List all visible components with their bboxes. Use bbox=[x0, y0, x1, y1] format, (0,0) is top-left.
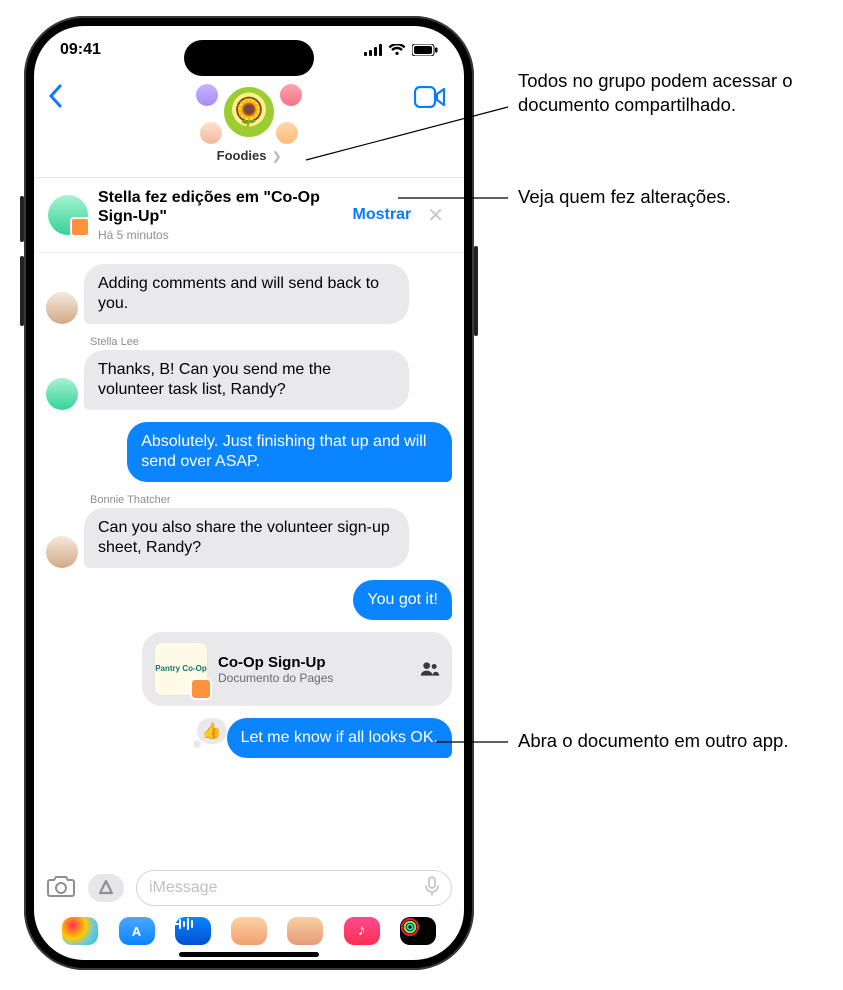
group-avatar-cluster[interactable]: 🌻 bbox=[194, 80, 304, 144]
callout-text: Todos no grupo podem acessar o documento… bbox=[518, 69, 818, 117]
status-indicators bbox=[364, 44, 438, 56]
participant-avatar bbox=[278, 82, 304, 108]
volume-button bbox=[20, 256, 24, 326]
group-name-text: Foodies bbox=[217, 148, 267, 163]
editor-avatar bbox=[48, 195, 88, 235]
stickers-app-icon[interactable] bbox=[287, 917, 323, 945]
dictation-button[interactable] bbox=[425, 876, 439, 901]
message-row: Bonnie Thatcher Can you also share the v… bbox=[46, 494, 452, 568]
iphone-frame: 09:41 🌻 bbox=[24, 16, 474, 970]
callout-text: Abra o documento em outro app. bbox=[518, 729, 818, 753]
collaboration-banner: Stella fez edições em "Co-Op Sign-Up" Há… bbox=[34, 178, 464, 253]
banner-subtitle: Há 5 minutos bbox=[98, 228, 343, 242]
appstore-app-icon[interactable]: A bbox=[119, 917, 155, 945]
sender-name: Stella Lee bbox=[90, 336, 409, 348]
camera-button[interactable] bbox=[46, 874, 76, 903]
screen: 09:41 🌻 bbox=[34, 26, 464, 960]
input-toolbar: iMessage bbox=[34, 862, 464, 912]
memoji-app-icon[interactable] bbox=[231, 917, 267, 945]
sender-name: Bonnie Thatcher bbox=[90, 494, 409, 506]
volume-button bbox=[20, 196, 24, 242]
callout-text: Veja quem fez alterações. bbox=[518, 185, 818, 209]
cellular-icon bbox=[364, 44, 382, 56]
tapback-thumbs-up[interactable]: 👍 bbox=[197, 718, 227, 744]
wifi-icon bbox=[388, 44, 406, 56]
sender-avatar bbox=[46, 378, 78, 410]
power-button bbox=[474, 246, 478, 336]
document-title: Co-Op Sign-Up bbox=[218, 654, 410, 671]
facetime-button[interactable] bbox=[414, 86, 446, 113]
chevron-right-icon: ❯ bbox=[272, 151, 281, 163]
message-row: Pantry Co-Op Co-Op Sign-Up Documento do … bbox=[46, 632, 452, 706]
document-thumbnail: Pantry Co-Op bbox=[154, 642, 208, 696]
message-row: Adding comments and will send back to yo… bbox=[46, 264, 452, 324]
message-bubble[interactable]: Can you also share the volunteer sign-up… bbox=[84, 508, 409, 568]
collaborators-icon[interactable] bbox=[420, 659, 440, 679]
show-button[interactable]: Mostrar bbox=[353, 206, 412, 224]
fitness-app-icon[interactable] bbox=[400, 917, 436, 945]
message-row: 👍 Let me know if all looks OK. bbox=[46, 718, 452, 758]
close-icon[interactable]: ✕ bbox=[421, 199, 450, 232]
message-bubble[interactable]: Let me know if all looks OK. bbox=[227, 718, 452, 758]
message-bubble[interactable]: You got it! bbox=[353, 580, 452, 620]
group-name-button[interactable]: Foodies ❯ bbox=[34, 148, 464, 163]
app-drawer-button[interactable] bbox=[88, 874, 124, 902]
sender-avatar bbox=[46, 536, 78, 568]
message-bubble[interactable]: Absolutely. Just finishing that up and w… bbox=[127, 422, 452, 482]
imessage-app-strip: A ♪ bbox=[34, 912, 464, 950]
messages-header: 🌻 Foodies ❯ bbox=[34, 74, 464, 178]
photos-app-icon[interactable] bbox=[62, 917, 98, 945]
battery-icon bbox=[412, 44, 438, 56]
message-bubble[interactable]: Thanks, B! Can you send me the volunteer… bbox=[84, 350, 409, 410]
audio-app-icon[interactable] bbox=[175, 917, 211, 945]
message-list[interactable]: Adding comments and will send back to yo… bbox=[34, 258, 464, 840]
home-indicator bbox=[179, 952, 319, 957]
participant-avatar bbox=[194, 82, 220, 108]
banner-title: Stella fez edições em "Co-Op Sign-Up" bbox=[98, 188, 343, 226]
document-subtitle: Documento do Pages bbox=[218, 671, 410, 685]
document-attachment[interactable]: Pantry Co-Op Co-Op Sign-Up Documento do … bbox=[142, 632, 452, 706]
message-row: You got it! bbox=[46, 580, 452, 620]
status-time: 09:41 bbox=[60, 41, 101, 59]
sender-avatar bbox=[46, 292, 78, 324]
input-placeholder: iMessage bbox=[149, 879, 217, 897]
music-app-icon[interactable]: ♪ bbox=[344, 917, 380, 945]
message-bubble[interactable]: Adding comments and will send back to yo… bbox=[84, 264, 409, 324]
participant-avatar bbox=[198, 120, 224, 146]
participant-avatar bbox=[274, 120, 300, 146]
back-button[interactable] bbox=[48, 84, 64, 113]
message-row: Absolutely. Just finishing that up and w… bbox=[46, 422, 452, 482]
app-store-icon bbox=[97, 879, 115, 897]
message-input[interactable]: iMessage bbox=[136, 870, 452, 906]
group-primary-avatar: 🌻 bbox=[221, 84, 277, 140]
message-row: Stella Lee Thanks, B! Can you send me th… bbox=[46, 336, 452, 410]
dynamic-island bbox=[184, 40, 314, 76]
